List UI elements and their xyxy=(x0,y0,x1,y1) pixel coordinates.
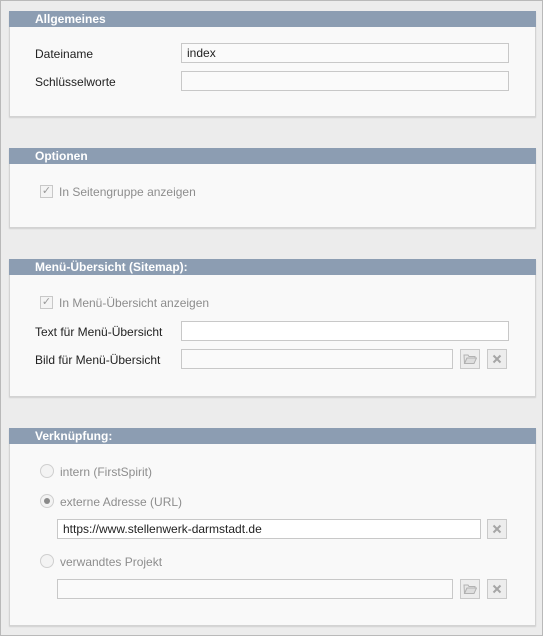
verwandt-browse-button[interactable] xyxy=(460,579,480,599)
clear-x-icon xyxy=(492,524,502,534)
extern-label: externe Adresse (URL) xyxy=(60,495,183,509)
dateiname-label: Dateiname xyxy=(35,47,94,61)
panel-optionen-header: Optionen xyxy=(9,148,536,164)
menue-anzeigen-checkbox[interactable]: ✓ xyxy=(40,296,53,309)
menue-text-input[interactable] xyxy=(181,321,509,341)
seitengruppe-label: In Seitengruppe anzeigen xyxy=(59,185,196,199)
extern-radio[interactable] xyxy=(40,494,54,508)
intern-radio[interactable] xyxy=(40,464,54,478)
panel-allgemeines: Allgemeines Dateiname index Schlüsselwor… xyxy=(9,11,536,117)
verwandt-radio[interactable] xyxy=(40,554,54,568)
panel-menue-header: Menü-Übersicht (Sitemap): xyxy=(9,259,536,275)
clear-x-icon xyxy=(492,354,502,364)
intern-label: intern (FirstSpirit) xyxy=(60,465,153,479)
checkmark-icon: ✓ xyxy=(41,296,52,308)
clear-x-icon xyxy=(492,584,502,594)
panel-allgemeines-header: Allgemeines xyxy=(9,11,536,27)
menue-bild-clear-button[interactable] xyxy=(487,349,507,369)
dateiname-input[interactable]: index xyxy=(181,43,509,63)
panel-menue-uebersicht: Menü-Übersicht (Sitemap): ✓ In Menü-Über… xyxy=(9,259,536,397)
checkmark-icon: ✓ xyxy=(41,185,52,197)
seitengruppe-checkbox[interactable]: ✓ xyxy=(40,185,53,198)
verwandt-label: verwandtes Projekt xyxy=(60,555,163,569)
menue-bild-browse-button[interactable] xyxy=(460,349,480,369)
menue-text-label: Text für Menü-Übersicht xyxy=(35,325,163,339)
panel-verknuepfung-header: Verknüpfung: xyxy=(9,428,536,444)
menue-anzeigen-label: In Menü-Übersicht anzeigen xyxy=(59,296,210,310)
schluesselworte-input[interactable] xyxy=(181,71,509,91)
extern-url-input[interactable]: https://www.stellenwerk-darmstadt.de xyxy=(57,519,481,539)
extern-url-clear-button[interactable] xyxy=(487,519,507,539)
menue-bild-label: Bild für Menü-Übersicht xyxy=(35,353,161,367)
verwandt-clear-button[interactable] xyxy=(487,579,507,599)
folder-open-icon xyxy=(463,584,477,594)
panel-optionen: Optionen ✓ In Seitengruppe anzeigen xyxy=(9,148,536,228)
dialog-frame: Allgemeines Dateiname index Schlüsselwor… xyxy=(0,0,543,636)
panel-verknuepfung: Verknüpfung: intern (FirstSpirit) extern… xyxy=(9,428,536,626)
verwandt-input[interactable] xyxy=(57,579,453,599)
schluesselworte-label: Schlüsselworte xyxy=(35,75,116,89)
menue-bild-input[interactable] xyxy=(181,349,453,369)
folder-open-icon xyxy=(463,354,477,364)
